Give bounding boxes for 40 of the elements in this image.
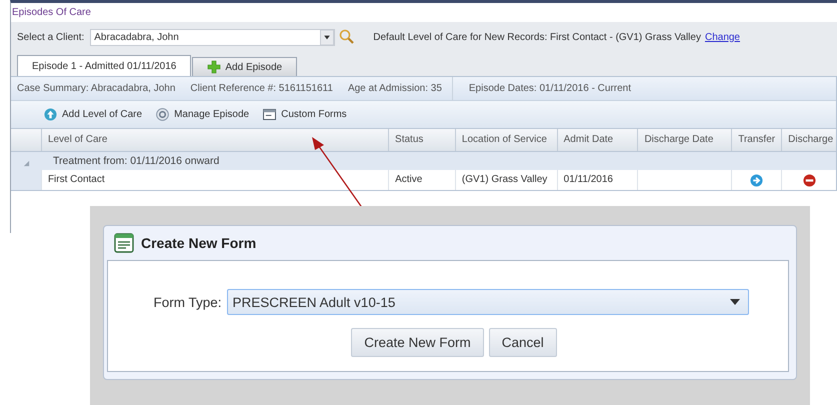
summary-text: Age at Admission: 35 <box>348 77 453 100</box>
dialog-button[interactable]: Cancel <box>488 328 557 357</box>
toolbar-button[interactable]: Add Level of Care <box>44 108 142 121</box>
stop-icon[interactable] <box>802 174 816 186</box>
table-cell: Active <box>388 170 455 190</box>
summary-text: Client Reference #: 5161151611 <box>190 83 333 94</box>
table-cell: (GV1) Grass Valley <box>454 170 557 190</box>
column-header[interactable]: Discharge <box>781 129 836 151</box>
column-header[interactable]: Admit Date <box>556 129 638 151</box>
change-link[interactable]: Change <box>704 32 740 42</box>
search-icon[interactable] <box>339 29 356 45</box>
table-cell: 01/11/2016 <box>556 170 638 190</box>
client-label: Select a Client: <box>17 32 84 42</box>
form-type-label: Form Type: <box>153 294 222 310</box>
collapse-icon[interactable] <box>23 160 30 166</box>
summary-text: Episode Dates: 01/11/2016 - Current <box>468 83 632 94</box>
default-level-text: Default Level of Care for New Records: First Contact - (GV1) Grass Valley <box>373 32 701 42</box>
episode-tab[interactable]: Episode 1 - Admitted 01/11/2016 <box>17 55 192 76</box>
up-arrow-icon <box>44 108 57 121</box>
group-label: Treatment from: 01/11/2016 onward <box>53 155 220 167</box>
window-title: Episodes Of Care <box>11 6 92 20</box>
column-header[interactable]: Location of Service <box>454 129 557 151</box>
column-header[interactable]: Discharge Date <box>637 129 732 151</box>
plus-icon <box>207 60 222 74</box>
toolbar-button[interactable]: Manage Episode <box>156 108 250 121</box>
dialog-button[interactable]: Create New Form <box>351 328 484 357</box>
dropdown-arrow-icon <box>730 299 740 305</box>
form-icon <box>263 109 276 120</box>
client-dropdown[interactable]: Abracadabra, John <box>90 28 336 46</box>
right-arrow-icon[interactable] <box>750 174 764 186</box>
column-header[interactable]: Transfer <box>731 129 782 151</box>
column-header[interactable]: Status <box>388 129 455 151</box>
dropdown-arrow-icon <box>320 30 334 44</box>
form-icon <box>114 233 134 253</box>
table-cell: First Contact <box>40 170 388 190</box>
toolbar-button[interactable]: Custom Forms <box>263 109 347 120</box>
add-episode-tab[interactable]: Add Episode <box>192 57 298 76</box>
dialog-title: Create New Form <box>141 235 256 251</box>
summary-text: Case Summary: Abracadabra, John <box>17 83 176 94</box>
form-type-dropdown[interactable]: PRESCREEN Adult v10-15 <box>226 289 749 315</box>
